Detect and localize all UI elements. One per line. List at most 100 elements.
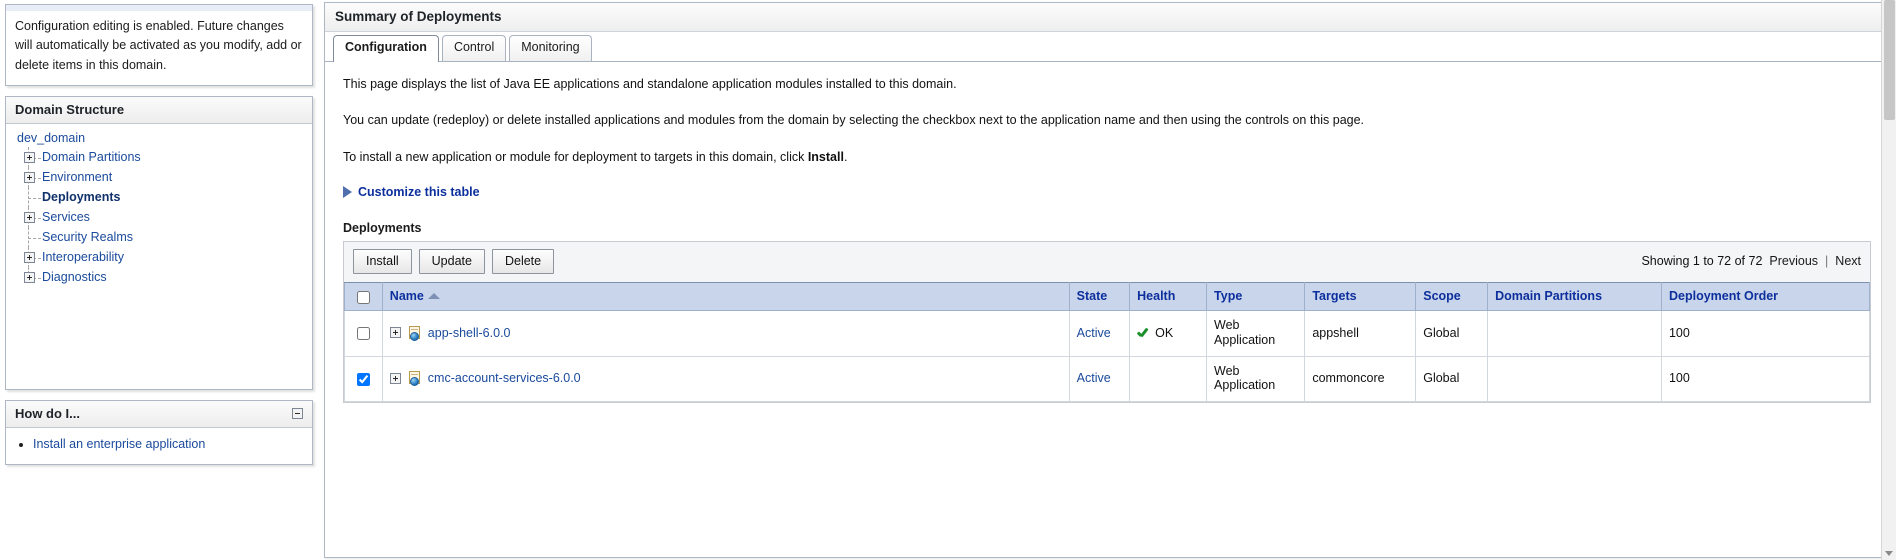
- customize-table-row[interactable]: Customize this table: [343, 185, 1871, 199]
- row-checkbox[interactable]: [356, 372, 370, 386]
- pagination-showing-text: Showing 1 to 72 of 72: [1641, 254, 1763, 269]
- sidebar-item-security-realms[interactable]: Security Realms: [15, 226, 303, 248]
- row-select-cell: [344, 355, 383, 402]
- install-sentence-suffix: .: [843, 149, 848, 164]
- pagination-separator: |: [1825, 254, 1829, 269]
- tree-root-dev-domain[interactable]: dev_domain: [15, 131, 303, 148]
- sidebar-item-label: Deployments: [42, 190, 121, 205]
- state-link[interactable]: Active: [1077, 371, 1111, 385]
- row-checkbox[interactable]: [356, 327, 370, 341]
- page-scrollbar[interactable]: [1881, 0, 1896, 560]
- previous-page-link[interactable]: Previous: [1769, 254, 1818, 268]
- row-state-cell: Active: [1068, 310, 1131, 357]
- column-header-scope[interactable]: Scope: [1415, 282, 1489, 311]
- column-label: Name: [389, 289, 424, 303]
- row-select-cell: [344, 310, 383, 357]
- table-row: cmc-account-services-6.0.0 Active Web Ap…: [344, 355, 1871, 402]
- column-header-name[interactable]: Name: [381, 282, 1070, 311]
- intro-paragraph-3: To install a new application or module f…: [343, 149, 1871, 165]
- next-page-link[interactable]: Next: [1835, 254, 1861, 268]
- select-all-checkbox[interactable]: [356, 290, 370, 304]
- row-health-cell: OK: [1129, 310, 1208, 357]
- expand-plus-icon[interactable]: [24, 171, 35, 183]
- intro-paragraph-2: You can update (redeploy) or delete inst…: [343, 113, 1365, 128]
- tree-connector: [24, 146, 42, 168]
- row-scope-cell: Global: [1415, 310, 1489, 357]
- tab-control[interactable]: Control: [441, 35, 507, 61]
- column-label: Deployment Order: [1668, 289, 1779, 303]
- column-label: Type: [1214, 289, 1243, 303]
- sidebar-item-label[interactable]: Environment: [42, 171, 112, 184]
- expand-row-icon[interactable]: [389, 372, 401, 384]
- tree-connector: [24, 226, 42, 248]
- sidebar-item-label[interactable]: Diagnostics: [42, 271, 107, 284]
- column-header-health[interactable]: Health: [1129, 282, 1208, 311]
- table-row: app-shell-6.0.0 Active OK Web Applicatio…: [344, 310, 1871, 357]
- sidebar-item-label[interactable]: Interoperability: [42, 251, 124, 264]
- customize-table-link[interactable]: Customize this table: [358, 185, 480, 199]
- tab-monitoring[interactable]: Monitoring: [509, 35, 592, 61]
- row-type-cell: Web Application: [1206, 310, 1306, 357]
- tree-connector: [24, 266, 42, 288]
- scrollbar-thumb[interactable]: [1884, 0, 1895, 120]
- sidebar-item-environment[interactable]: Environment: [15, 166, 303, 188]
- page-title: Summary of Deployments: [325, 3, 1889, 32]
- expand-plus-icon[interactable]: [24, 251, 35, 263]
- health-label: OK: [1155, 325, 1174, 340]
- deployment-name-link[interactable]: cmc-account-services-6.0.0: [428, 371, 581, 385]
- tree-connector: [24, 206, 42, 228]
- row-domain-partitions-cell: [1487, 355, 1662, 402]
- row-health-cell: [1129, 355, 1208, 402]
- left-sidebar: Configuration editing is enabled. Future…: [0, 0, 318, 560]
- how-do-i-header: How do I...: [6, 400, 312, 428]
- select-all-header: [344, 282, 383, 311]
- row-name-cell: app-shell-6.0.0: [381, 310, 1070, 357]
- sidebar-item-domain-partitions[interactable]: Domain Partitions: [15, 146, 303, 168]
- tab-bar: Configuration Control Monitoring: [325, 32, 1889, 62]
- sidebar-item-label[interactable]: Domain Partitions: [42, 151, 141, 164]
- domain-structure-body: dev_domain Domain Partitions Environment: [6, 124, 312, 389]
- domain-structure-portlet: Domain Structure dev_domain Domain Parti…: [5, 96, 313, 390]
- install-button[interactable]: Install: [353, 248, 412, 274]
- expand-plus-icon[interactable]: [24, 151, 35, 163]
- domain-structure-title: Domain Structure: [15, 102, 125, 118]
- update-button[interactable]: Update: [418, 248, 485, 274]
- sidebar-item-services[interactable]: Services: [15, 206, 303, 228]
- scroll-down-arrow-icon[interactable]: [1885, 551, 1893, 556]
- state-link[interactable]: Active: [1077, 326, 1111, 340]
- main-content-column: Summary of Deployments Configuration Con…: [318, 0, 1896, 560]
- domain-tree: dev_domain Domain Partitions Environment: [15, 131, 303, 380]
- sidebar-item-deployments[interactable]: Deployments: [15, 186, 303, 208]
- sidebar-item-interoperability[interactable]: Interoperability: [15, 246, 303, 268]
- column-label: Targets: [1312, 289, 1357, 303]
- tab-label: Monitoring: [521, 40, 580, 55]
- health-ok-check-icon: [1137, 326, 1150, 339]
- column-header-deployment-order[interactable]: Deployment Order: [1660, 282, 1871, 311]
- sidebar-item-diagnostics[interactable]: Diagnostics: [15, 266, 303, 288]
- deployments-table: Name State Health Type Targets Scope Dom…: [344, 282, 1871, 402]
- how-do-i-portlet: How do I... Install an enterprise applic…: [5, 399, 313, 465]
- expand-plus-icon[interactable]: [24, 211, 35, 223]
- expand-row-icon[interactable]: [389, 327, 401, 339]
- collapse-icon[interactable]: [292, 407, 303, 419]
- sort-ascending-icon[interactable]: [427, 293, 440, 299]
- column-header-domain-partitions[interactable]: Domain Partitions: [1487, 282, 1662, 311]
- expand-plus-icon[interactable]: [24, 271, 35, 283]
- column-header-targets[interactable]: Targets: [1304, 282, 1417, 311]
- deployment-name-link[interactable]: app-shell-6.0.0: [428, 326, 511, 340]
- tab-configuration[interactable]: Configuration: [333, 35, 439, 62]
- sidebar-item-label[interactable]: Security Realms: [42, 231, 133, 244]
- how-do-i-list: Install an enterprise application: [15, 435, 303, 451]
- column-header-type[interactable]: Type: [1206, 282, 1306, 311]
- tree-connector: [24, 186, 42, 208]
- sidebar-item-label[interactable]: Services: [42, 211, 90, 224]
- column-label: Domain Partitions: [1495, 289, 1603, 303]
- main-body: This page displays the list of Java EE a…: [325, 62, 1889, 557]
- main-panel: Summary of Deployments Configuration Con…: [324, 2, 1890, 558]
- how-do-i-link[interactable]: Install an enterprise application: [33, 437, 205, 451]
- row-state-cell: Active: [1068, 355, 1131, 402]
- deployments-table-title: Deployments: [343, 220, 422, 235]
- column-header-state[interactable]: State: [1068, 282, 1131, 311]
- delete-button[interactable]: Delete: [491, 248, 555, 274]
- row-targets-cell: commoncore: [1304, 355, 1417, 402]
